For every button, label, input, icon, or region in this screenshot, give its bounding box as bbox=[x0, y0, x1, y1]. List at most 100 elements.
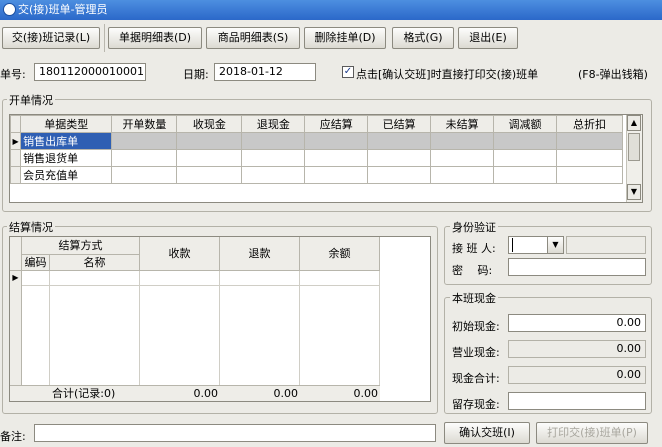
col-cash-out[interactable]: 退现金 bbox=[241, 115, 306, 133]
receiver-label: 接 班 人: bbox=[452, 242, 496, 255]
handover-record-button[interactable]: 交(接)班记录(L) bbox=[2, 27, 100, 49]
grid-cell[interactable] bbox=[176, 132, 243, 150]
grid-cell[interactable] bbox=[493, 149, 557, 167]
order-grid[interactable]: 单据类型 开单数量 收现金 退现金 应结算 已结算 未结算 调减额 总折扣 ▶ … bbox=[9, 114, 643, 203]
identity-group-title: 身份验证 bbox=[450, 219, 498, 235]
retained-cash-label: 留存现金: bbox=[452, 398, 500, 411]
total-cash-field: 0.00 bbox=[508, 366, 646, 384]
initial-cash-label: 初始现金: bbox=[452, 320, 500, 333]
grid-cell[interactable] bbox=[430, 149, 495, 167]
col-cash-in[interactable]: 收现金 bbox=[176, 115, 243, 133]
doc-type-cell[interactable]: 会员充值单 bbox=[20, 166, 113, 184]
doc-detail-label: 单据明细表(D) bbox=[118, 31, 192, 44]
delete-pending-label: 删除挂单(D) bbox=[314, 31, 376, 44]
chevron-down-icon[interactable]: ▼ bbox=[547, 237, 563, 253]
grid-cell[interactable] bbox=[304, 149, 369, 167]
exit-button[interactable]: 退出(E) bbox=[458, 27, 518, 49]
table-row[interactable]: 会员充值单 bbox=[9, 166, 624, 184]
receiver-select[interactable]: ▼ bbox=[508, 236, 564, 254]
settle-total-label: 合计(记录:0) bbox=[52, 387, 116, 400]
settle-code-col[interactable] bbox=[22, 271, 50, 385]
retained-cash-field[interactable] bbox=[508, 392, 646, 410]
doc-type-cell[interactable]: 销售退货单 bbox=[20, 149, 113, 167]
settle-name-header[interactable]: 名称 bbox=[50, 255, 140, 271]
grid-cell[interactable] bbox=[493, 132, 557, 150]
order-scrollbar[interactable]: ▲ ▼ bbox=[626, 115, 642, 202]
print-checkbox-label: 点击[确认交班]时直接打印交(接)班单 bbox=[356, 68, 539, 81]
grid-cell[interactable] bbox=[111, 132, 178, 150]
settle-receipt-header[interactable]: 收款 bbox=[140, 237, 220, 271]
settle-total-balance: 0.00 bbox=[353, 387, 379, 400]
row-indicator bbox=[9, 166, 22, 184]
grid-cell[interactable] bbox=[241, 149, 306, 167]
grid-cell[interactable] bbox=[367, 132, 432, 150]
confirm-handover-button[interactable]: 确认交班(I) bbox=[444, 422, 530, 444]
doc-detail-button[interactable]: 单据明细表(D) bbox=[108, 27, 202, 49]
col-discount[interactable]: 总折扣 bbox=[555, 115, 624, 133]
col-doc-type[interactable]: 单据类型 bbox=[20, 115, 113, 133]
settle-code-header[interactable]: 编码 bbox=[22, 255, 50, 271]
password-field[interactable] bbox=[508, 258, 646, 276]
grid-cell[interactable] bbox=[176, 149, 243, 167]
settle-balance-header[interactable]: 余额 bbox=[300, 237, 380, 271]
settle-group-title: 结算情况 bbox=[7, 219, 55, 235]
col-adjust[interactable]: 调减额 bbox=[493, 115, 557, 133]
grid-cell[interactable] bbox=[367, 166, 432, 184]
grid-cell[interactable] bbox=[241, 132, 306, 150]
table-row[interactable]: ▶ 销售出库单 bbox=[9, 132, 624, 150]
settle-corner bbox=[10, 237, 22, 271]
grid-cell[interactable] bbox=[430, 132, 495, 150]
goods-detail-button[interactable]: 商品明细表(S) bbox=[206, 27, 300, 49]
grid-cell[interactable] bbox=[304, 132, 369, 150]
grid-cell[interactable] bbox=[555, 132, 624, 150]
doc-no-label: 单号: bbox=[0, 68, 26, 81]
initial-cash-field[interactable]: 0.00 bbox=[508, 314, 646, 332]
grid-cell[interactable] bbox=[304, 166, 369, 184]
grid-cell[interactable] bbox=[176, 166, 243, 184]
row-indicator-header bbox=[9, 115, 22, 133]
col-order-qty[interactable]: 开单数量 bbox=[111, 115, 178, 133]
format-button[interactable]: 格式(G) bbox=[392, 27, 454, 49]
row-pointer-icon: ▶ bbox=[12, 273, 19, 282]
settle-name-col[interactable] bbox=[50, 271, 140, 385]
print-handover-label: 打印交(接)班单(P) bbox=[547, 426, 637, 439]
table-row[interactable]: 销售退货单 bbox=[9, 149, 624, 167]
grid-cell[interactable] bbox=[111, 149, 178, 167]
doc-no-field[interactable]: 180112000010001 bbox=[34, 63, 146, 81]
col-unsettled[interactable]: 未结算 bbox=[430, 115, 495, 133]
confirm-handover-label: 确认交班(I) bbox=[459, 426, 515, 439]
settle-receipt-col[interactable] bbox=[140, 271, 220, 385]
cash-group-title: 本班现金 bbox=[450, 290, 498, 306]
title-bar: 交(接)班单-管理员 bbox=[0, 0, 662, 20]
doc-type-cell[interactable]: 销售出库单 bbox=[20, 132, 113, 150]
text-cursor bbox=[512, 238, 513, 252]
date-field[interactable]: 2018-01-12 bbox=[214, 63, 316, 81]
business-cash-field: 0.00 bbox=[508, 340, 646, 358]
password-label: 密 码: bbox=[452, 264, 493, 277]
delete-pending-button[interactable]: 删除挂单(D) bbox=[304, 27, 386, 49]
print-handover-button[interactable]: 打印交(接)班单(P) bbox=[536, 422, 648, 444]
settle-grid[interactable]: 结算方式 编码 名称 收款 退款 余额 ▶ 合计(记录:0) 0.00 0.00… bbox=[9, 236, 431, 402]
scroll-up-icon[interactable]: ▲ bbox=[627, 115, 641, 131]
remark-field[interactable] bbox=[34, 424, 436, 442]
scroll-down-icon[interactable]: ▼ bbox=[627, 184, 641, 200]
app-icon bbox=[3, 3, 16, 16]
print-checkbox[interactable]: ✓ bbox=[342, 66, 354, 78]
settle-balance-col[interactable] bbox=[300, 271, 380, 385]
grid-cell[interactable] bbox=[111, 166, 178, 184]
grid-cell[interactable] bbox=[493, 166, 557, 184]
order-group-title: 开单情况 bbox=[7, 92, 55, 108]
col-payable[interactable]: 应结算 bbox=[304, 115, 369, 133]
settle-total-receipt: 0.00 bbox=[193, 387, 219, 400]
grid-cell[interactable] bbox=[555, 166, 624, 184]
grid-cell[interactable] bbox=[367, 149, 432, 167]
row-pointer-icon: ▶ bbox=[9, 132, 22, 150]
settle-refund-header[interactable]: 退款 bbox=[220, 237, 300, 271]
settle-refund-col[interactable] bbox=[220, 271, 300, 385]
grid-cell[interactable] bbox=[241, 166, 306, 184]
grid-cell[interactable] bbox=[555, 149, 624, 167]
scroll-thumb[interactable] bbox=[628, 133, 640, 161]
col-settled[interactable]: 已结算 bbox=[367, 115, 432, 133]
grid-cell[interactable] bbox=[430, 166, 495, 184]
window-title: 交(接)班单-管理员 bbox=[18, 3, 108, 16]
